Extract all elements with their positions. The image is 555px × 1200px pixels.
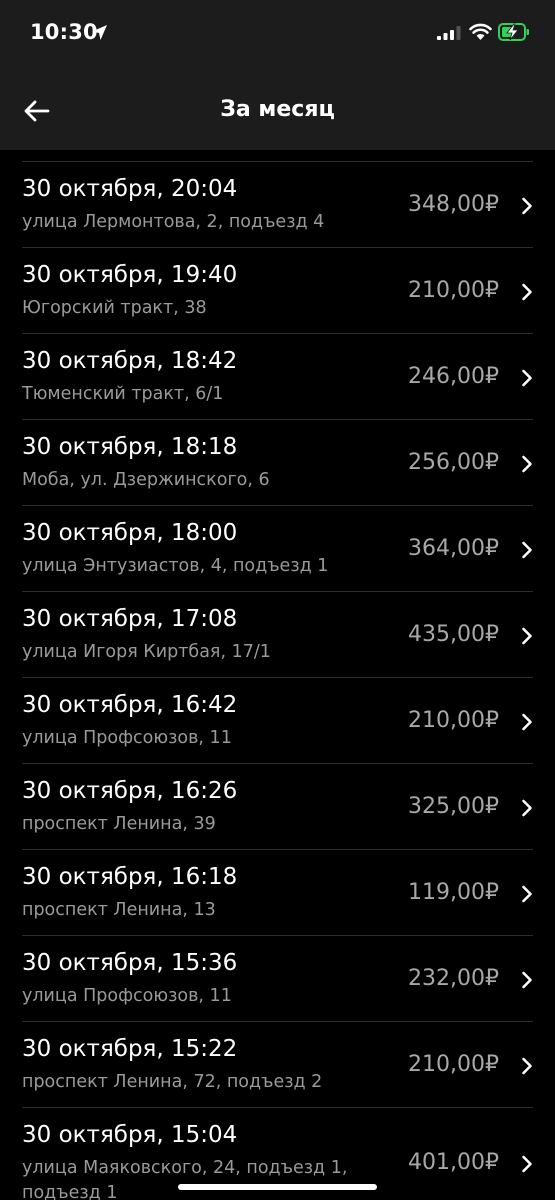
home-indicator[interactable] xyxy=(178,1184,377,1190)
chevron-right-icon xyxy=(522,197,532,215)
ride-address: улица Энтузиастов, 4, подъезд 1 xyxy=(22,556,329,576)
ride-row[interactable]: 30 октября, 16:26 проспект Ленина, 39 32… xyxy=(22,764,533,850)
ride-row[interactable]: 30 октября, 17:08 улица Игоря Киртбая, 1… xyxy=(22,592,533,678)
ride-row[interactable]: 30 октября, 18:18 Моба, ул. Дзержинского… xyxy=(22,420,533,506)
ride-row[interactable]: 30 октября, 16:18 проспект Ленина, 13 11… xyxy=(22,850,533,936)
ride-address: проспект Ленина, 13 xyxy=(22,900,216,920)
ride-price: 256,00₽ xyxy=(408,450,499,475)
chevron-right-icon xyxy=(522,885,532,903)
ride-price: 364,00₽ xyxy=(408,536,499,561)
battery-charging-icon xyxy=(498,23,529,41)
nav-bar: За месяц xyxy=(0,66,555,150)
ride-datetime: 30 октября, 16:42 xyxy=(22,692,238,718)
ride-datetime: 30 октября, 18:18 xyxy=(22,434,238,460)
ride-datetime: 30 октября, 15:36 xyxy=(22,950,238,976)
ride-address: Югорский тракт, 38 xyxy=(22,298,207,318)
chevron-right-icon xyxy=(522,799,532,817)
ride-row[interactable]: 30 октября, 15:36 улица Профсоюзов, 11 2… xyxy=(22,936,533,1022)
ride-datetime: 30 октября, 18:42 xyxy=(22,348,238,374)
chevron-right-icon xyxy=(522,283,532,301)
ride-datetime: 30 октября, 18:00 xyxy=(22,520,238,546)
ride-row[interactable]: 30 октября, 15:22 проспект Ленина, 72, п… xyxy=(22,1022,533,1108)
chevron-right-icon xyxy=(522,627,532,645)
ride-address: улица Игоря Киртбая, 17/1 xyxy=(22,642,271,662)
ride-datetime: 30 октября, 15:22 xyxy=(22,1036,238,1062)
ride-price: 210,00₽ xyxy=(408,1052,499,1077)
chevron-right-icon xyxy=(522,713,532,731)
chevron-right-icon xyxy=(522,1155,532,1173)
chevron-right-icon xyxy=(522,369,532,387)
ride-address: улица Профсоюзов, 11 xyxy=(22,728,232,748)
ride-price: 325,00₽ xyxy=(408,794,499,819)
screen: 10:30 За месяц 30 октября, 20:04 улица Л… xyxy=(0,0,555,1200)
page-title: За месяц xyxy=(220,97,335,122)
rides-list: 30 октября, 20:04 улица Лермонтова, 2, п… xyxy=(0,150,555,1200)
ride-price: 246,00₽ xyxy=(408,364,499,389)
status-bar: 10:30 xyxy=(0,0,555,66)
ride-row[interactable]: 30 октября, 20:04 улица Лермонтова, 2, п… xyxy=(22,162,533,248)
ride-price: 210,00₽ xyxy=(408,278,499,303)
location-arrow-icon xyxy=(92,25,107,40)
chevron-right-icon xyxy=(522,455,532,473)
ride-price: 348,00₽ xyxy=(408,192,499,217)
chevron-right-icon xyxy=(522,541,532,559)
ride-datetime: 30 октября, 16:18 xyxy=(22,864,238,890)
ride-row[interactable]: 30 октября, 16:42 улица Профсоюзов, 11 2… xyxy=(22,678,533,764)
ride-address: улица Маяковского, 24, подъезд 1, подъез… xyxy=(22,1158,348,1200)
cell-signal-icon xyxy=(437,26,461,40)
ride-price: 119,00₽ xyxy=(408,880,499,905)
ride-price: 401,00₽ xyxy=(408,1150,499,1175)
ride-address: улица Профсоюзов, 11 xyxy=(22,986,232,1006)
ride-row[interactable]: 30 октября, 19:40 Югорский тракт, 38 210… xyxy=(22,248,533,334)
ride-address: проспект Ленина, 72, подъезд 2 xyxy=(22,1072,323,1092)
ride-price: 232,00₽ xyxy=(408,966,499,991)
wifi-icon xyxy=(469,23,492,40)
ride-datetime: 30 октября, 15:04 xyxy=(22,1122,238,1148)
ride-datetime: 30 октября, 17:08 xyxy=(22,606,238,632)
ride-datetime: 30 октября, 19:40 xyxy=(22,262,238,288)
status-time: 10:30 xyxy=(30,20,98,44)
ride-address: Тюменский тракт, 6/1 xyxy=(22,384,224,404)
ride-price: 210,00₽ xyxy=(408,708,499,733)
ride-row[interactable]: 30 октября, 18:00 улица Энтузиастов, 4, … xyxy=(22,506,533,592)
chevron-right-icon xyxy=(522,1057,532,1075)
ride-datetime: 30 октября, 20:04 xyxy=(22,176,238,202)
ride-price: 435,00₽ xyxy=(408,622,499,647)
ride-address: Моба, ул. Дзержинского, 6 xyxy=(22,470,270,490)
ride-address: улица Лермонтова, 2, подъезд 4 xyxy=(22,212,325,232)
ride-datetime: 30 октября, 16:26 xyxy=(22,778,238,804)
ride-address: проспект Ленина, 39 xyxy=(22,814,216,834)
ride-row[interactable]: 30 октября, 18:42 Тюменский тракт, 6/1 2… xyxy=(22,334,533,420)
chevron-right-icon xyxy=(522,971,532,989)
